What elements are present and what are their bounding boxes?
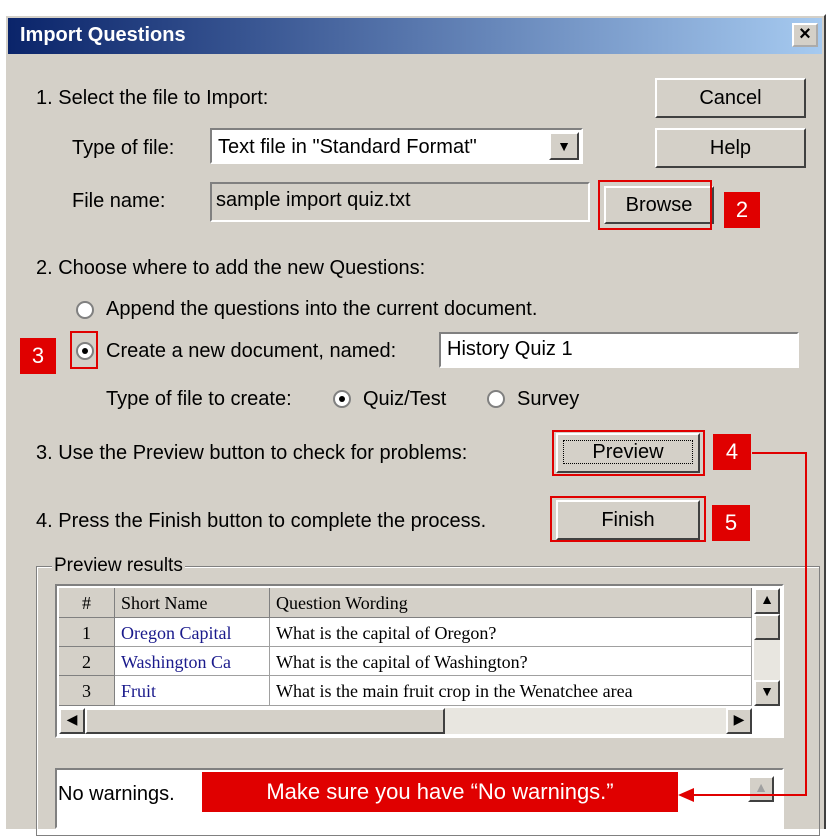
annotation-connector xyxy=(678,452,807,802)
